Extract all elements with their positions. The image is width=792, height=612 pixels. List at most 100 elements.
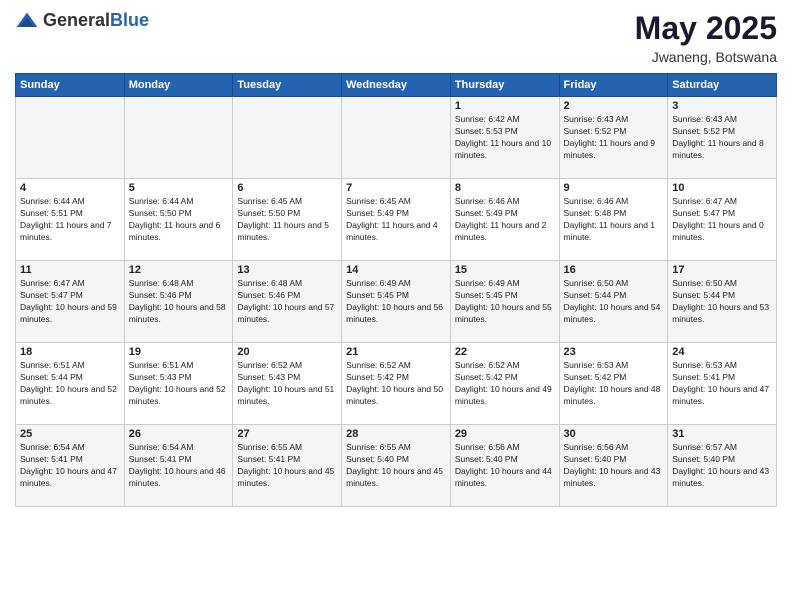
day-number: 30 [564,428,664,440]
calendar-cell: 15Sunrise: 6:49 AM Sunset: 5:45 PM Dayli… [450,261,559,343]
calendar-week-2: 4Sunrise: 6:44 AM Sunset: 5:51 PM Daylig… [16,179,777,261]
day-info: Sunrise: 6:55 AM Sunset: 5:40 PM Dayligh… [346,442,446,490]
calendar-cell: 16Sunrise: 6:50 AM Sunset: 5:44 PM Dayli… [559,261,668,343]
calendar-cell: 12 Sunrise: 6:48 AM Sunset: 5:46 PM Dayli… [124,261,233,343]
day-info: Sunrise: 6:51 AM Sunset: 5:44 PM Dayligh… [20,360,120,408]
logo-blue: Blue [110,10,149,30]
day-number: 12 [129,264,229,276]
calendar-week-1: 1 Sunrise: 6:42 AM Sunset: 5:53 PM Daylig… [16,97,777,179]
calendar-cell: 22Sunrise: 6:52 AM Sunset: 5:42 PM Dayli… [450,343,559,425]
day-number: 4 [20,182,120,194]
calendar-cell: 26Sunrise: 6:54 AM Sunset: 5:41 PM Dayli… [124,425,233,507]
calendar-cell [124,97,233,179]
day-info: Sunrise: 6:48 AM Sunset: 5:46 PM Dayligh… [129,278,229,326]
day-info: Sunrise: 6:53 AM Sunset: 5:41 PM Dayligh… [672,360,772,408]
logo: GeneralBlue [15,10,149,31]
calendar-week-4: 18Sunrise: 6:51 AM Sunset: 5:44 PM Dayli… [16,343,777,425]
day-info: Sunrise: 6:43 AM Sunset: 5:52 PM Dayligh… [564,114,664,162]
logo-text: GeneralBlue [43,10,149,31]
location: Jwaneng, Botswana [635,49,777,65]
calendar-cell: 1 Sunrise: 6:42 AM Sunset: 5:53 PM Daylig… [450,97,559,179]
calendar-body: 1 Sunrise: 6:42 AM Sunset: 5:53 PM Daylig… [16,97,777,507]
weekday-row: SundayMondayTuesdayWednesdayThursdayFrid… [16,74,777,97]
day-number: 23 [564,346,664,358]
day-number: 3 [672,100,772,112]
day-info: Sunrise: 6:42 AM Sunset: 5:53 PM Dayligh… [455,114,555,162]
weekday-wednesday: Wednesday [342,74,451,97]
day-number: 11 [20,264,120,276]
calendar-cell: 2Sunrise: 6:43 AM Sunset: 5:52 PM Daylig… [559,97,668,179]
day-number: 6 [237,182,337,194]
day-number: 10 [672,182,772,194]
weekday-monday: Monday [124,74,233,97]
calendar-cell: 25 Sunrise: 6:54 AM Sunset: 5:41 PM Dayli… [16,425,125,507]
day-number: 8 [455,182,555,194]
day-info: Sunrise: 6:45 AM Sunset: 5:50 PM Dayligh… [237,196,337,244]
day-number: 25 [20,428,120,440]
day-number: 31 [672,428,772,440]
calendar-cell: 20 Sunrise: 6:52 AM Sunset: 5:43 PM Dayli… [233,343,342,425]
calendar-cell: 19 Sunrise: 6:51 AM Sunset: 5:43 PM Dayli… [124,343,233,425]
calendar-cell: 21 Sunrise: 6:52 AM Sunset: 5:42 PM Dayli… [342,343,451,425]
day-number: 1 [455,100,555,112]
day-number: 27 [237,428,337,440]
day-number: 28 [346,428,446,440]
calendar-table: SundayMondayTuesdayWednesdayThursdayFrid… [15,73,777,507]
day-number: 5 [129,182,229,194]
calendar-cell [342,97,451,179]
calendar-cell: 18Sunrise: 6:51 AM Sunset: 5:44 PM Dayli… [16,343,125,425]
day-info: Sunrise: 6:44 AM Sunset: 5:50 PM Dayligh… [129,196,229,244]
calendar-header: SundayMondayTuesdayWednesdayThursdayFrid… [16,74,777,97]
calendar-cell: 14 Sunrise: 6:49 AM Sunset: 5:45 PM Dayli… [342,261,451,343]
calendar-cell: 8 Sunrise: 6:46 AM Sunset: 5:49 PM Daylig… [450,179,559,261]
weekday-tuesday: Tuesday [233,74,342,97]
day-info: Sunrise: 6:52 AM Sunset: 5:43 PM Dayligh… [237,360,337,408]
day-number: 21 [346,346,446,358]
calendar-cell: 9Sunrise: 6:46 AM Sunset: 5:48 PM Daylig… [559,179,668,261]
day-info: Sunrise: 6:48 AM Sunset: 5:46 PM Dayligh… [237,278,337,326]
calendar-cell: 28 Sunrise: 6:55 AM Sunset: 5:40 PM Dayli… [342,425,451,507]
calendar-cell: 6 Sunrise: 6:45 AM Sunset: 5:50 PM Daylig… [233,179,342,261]
weekday-friday: Friday [559,74,668,97]
day-info: Sunrise: 6:46 AM Sunset: 5:49 PM Dayligh… [455,196,555,244]
weekday-sunday: Sunday [16,74,125,97]
calendar-cell: 30 Sunrise: 6:56 AM Sunset: 5:40 PM Dayli… [559,425,668,507]
day-info: Sunrise: 6:53 AM Sunset: 5:42 PM Dayligh… [564,360,664,408]
day-info: Sunrise: 6:47 AM Sunset: 5:47 PM Dayligh… [20,278,120,326]
day-info: Sunrise: 6:51 AM Sunset: 5:43 PM Dayligh… [129,360,229,408]
day-info: Sunrise: 6:52 AM Sunset: 5:42 PM Dayligh… [346,360,446,408]
day-number: 20 [237,346,337,358]
day-info: Sunrise: 6:49 AM Sunset: 5:45 PM Dayligh… [346,278,446,326]
month-title: May 2025 [635,10,777,47]
logo-icon [15,11,39,31]
logo-general: General [43,10,110,30]
day-info: Sunrise: 6:47 AM Sunset: 5:47 PM Dayligh… [672,196,772,244]
day-number: 19 [129,346,229,358]
calendar-cell: 3Sunrise: 6:43 AM Sunset: 5:52 PM Daylig… [668,97,777,179]
calendar-cell: 29Sunrise: 6:56 AM Sunset: 5:40 PM Dayli… [450,425,559,507]
day-number: 7 [346,182,446,194]
day-number: 26 [129,428,229,440]
calendar-cell [16,97,125,179]
calendar-cell: 24 Sunrise: 6:53 AM Sunset: 5:41 PM Dayli… [668,343,777,425]
day-number: 22 [455,346,555,358]
calendar-cell: 31 Sunrise: 6:57 AM Sunset: 5:40 PM Dayli… [668,425,777,507]
calendar-cell: 10 Sunrise: 6:47 AM Sunset: 5:47 PM Dayli… [668,179,777,261]
weekday-thursday: Thursday [450,74,559,97]
day-info: Sunrise: 6:57 AM Sunset: 5:40 PM Dayligh… [672,442,772,490]
title-block: May 2025 Jwaneng, Botswana [635,10,777,65]
day-info: Sunrise: 6:56 AM Sunset: 5:40 PM Dayligh… [564,442,664,490]
day-number: 17 [672,264,772,276]
day-number: 24 [672,346,772,358]
calendar-week-3: 11 Sunrise: 6:47 AM Sunset: 5:47 PM Dayli… [16,261,777,343]
day-number: 13 [237,264,337,276]
day-info: Sunrise: 6:50 AM Sunset: 5:44 PM Dayligh… [672,278,772,326]
day-info: Sunrise: 6:49 AM Sunset: 5:45 PM Dayligh… [455,278,555,326]
day-number: 9 [564,182,664,194]
calendar-cell [233,97,342,179]
day-number: 14 [346,264,446,276]
calendar-cell: 7 Sunrise: 6:45 AM Sunset: 5:49 PM Daylig… [342,179,451,261]
day-info: Sunrise: 6:56 AM Sunset: 5:40 PM Dayligh… [455,442,555,490]
day-info: Sunrise: 6:45 AM Sunset: 5:49 PM Dayligh… [346,196,446,244]
day-info: Sunrise: 6:54 AM Sunset: 5:41 PM Dayligh… [20,442,120,490]
